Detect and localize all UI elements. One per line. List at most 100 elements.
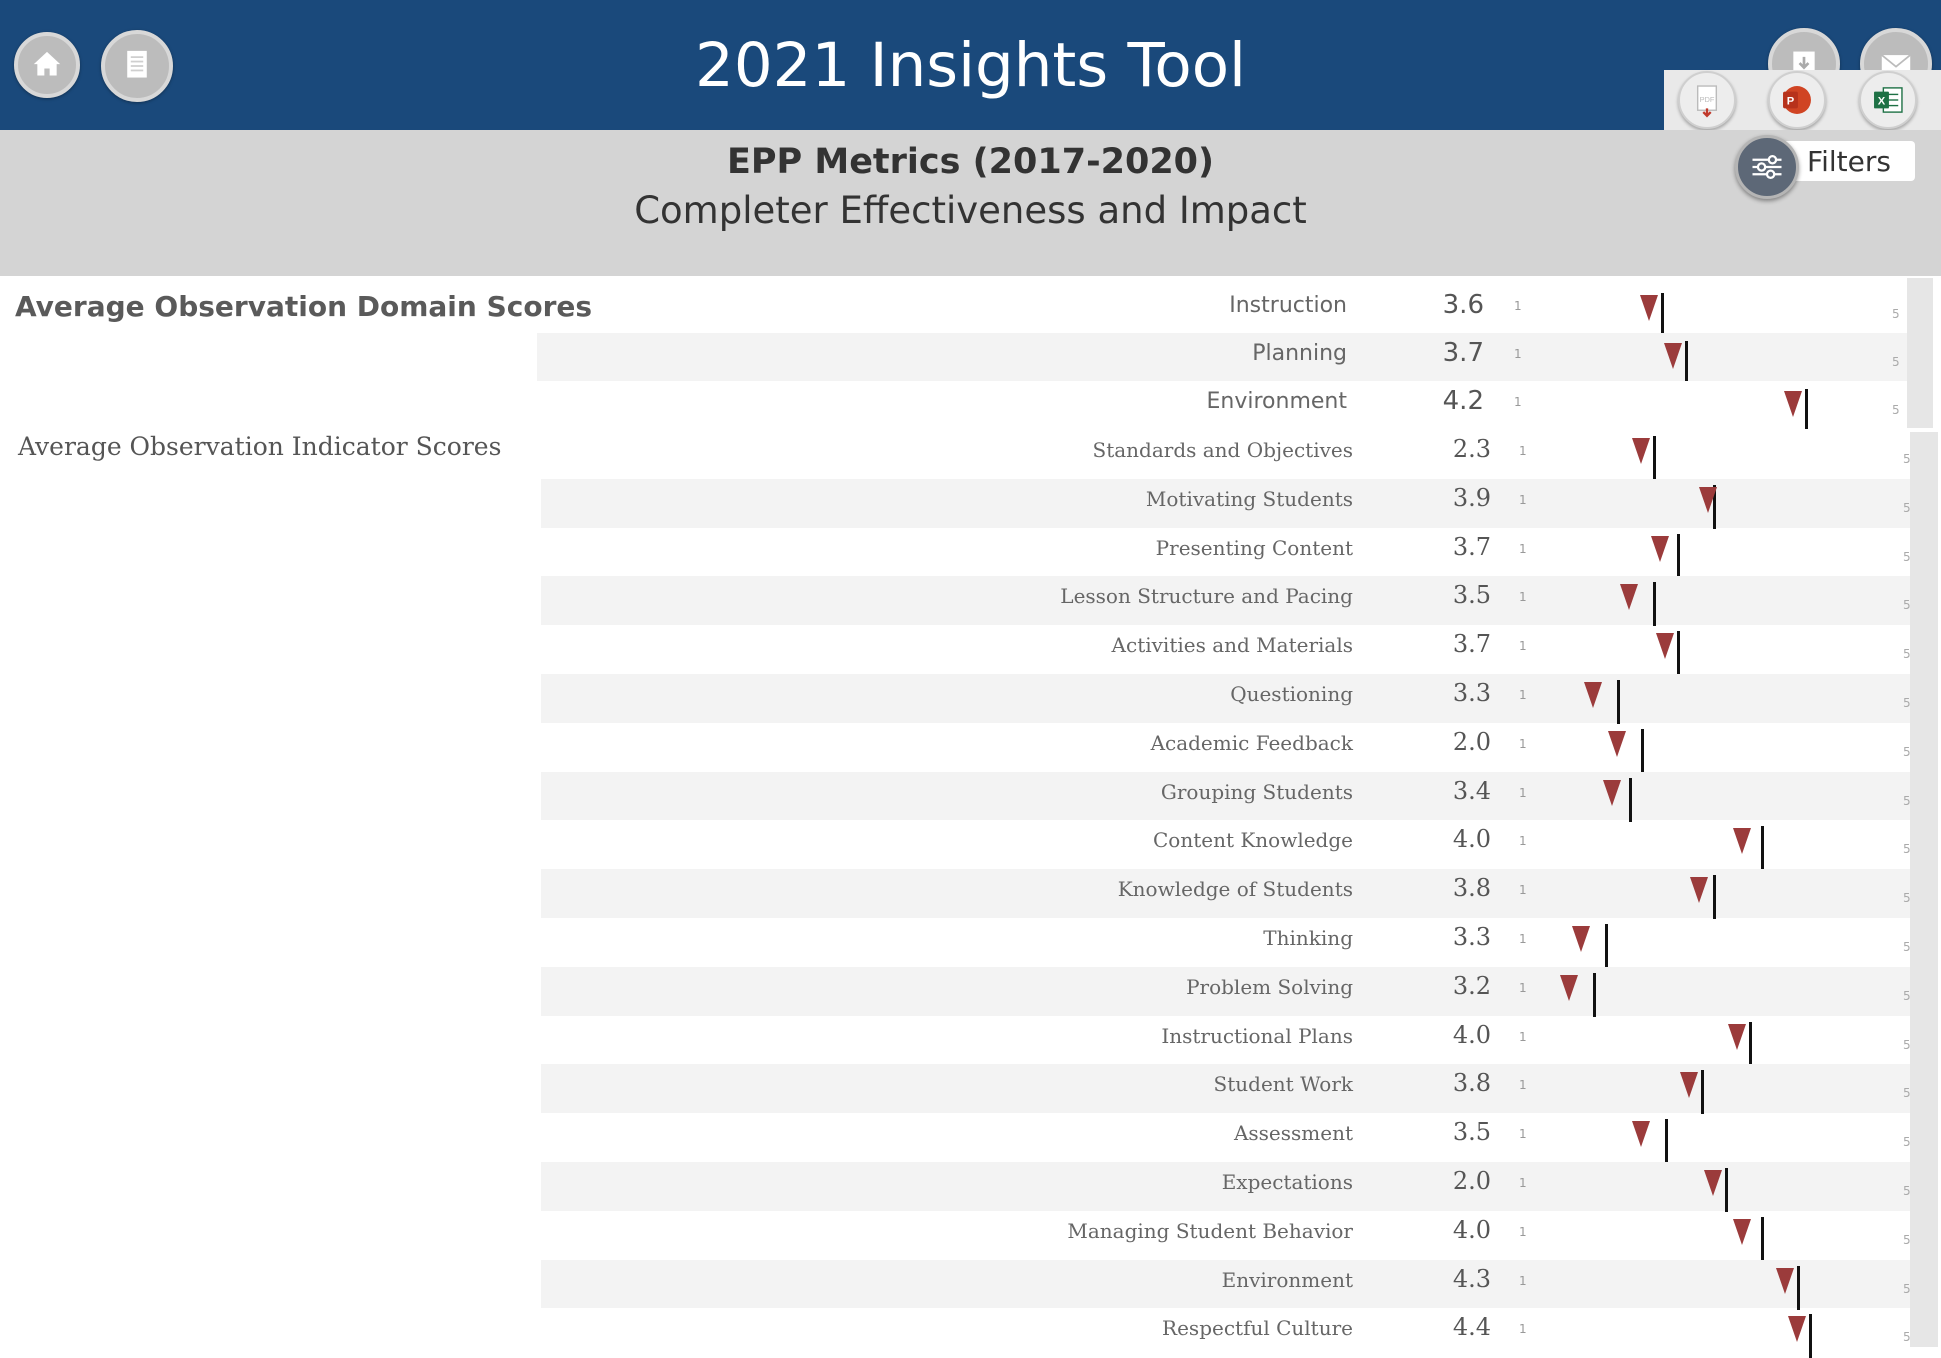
row-value: 3.8 <box>1452 874 1491 903</box>
scale-min-tick: 1 <box>1514 395 1522 409</box>
score-row: Activities and Materials 3.7 1 5 <box>541 625 1911 676</box>
score-row: Instruction 3.6 1 5 <box>537 285 1907 333</box>
scale-min-tick: 1 <box>1519 1273 1527 1288</box>
reference-line <box>1677 533 1680 578</box>
scale-min-tick: 1 <box>1519 931 1527 946</box>
reference-line <box>1605 923 1608 968</box>
score-marker <box>1732 1218 1751 1245</box>
filters-button[interactable] <box>1735 135 1799 199</box>
row-value: 4.3 <box>1452 1264 1491 1293</box>
indicator-scrollbar[interactable] <box>1910 432 1938 1347</box>
row-label: Expectations <box>1221 1169 1353 1194</box>
row-value: 3.8 <box>1452 1069 1491 1098</box>
row-label: Environment <box>1206 389 1347 414</box>
subheader: EPP Metrics (2017-2020) Completer Effect… <box>0 130 1941 276</box>
domain-section-label: Average Observation Domain Scores <box>15 290 593 323</box>
domain-scrollbar[interactable] <box>1907 278 1933 428</box>
pdf-export-button[interactable]: PDF <box>1678 71 1736 129</box>
score-marker <box>1680 1072 1698 1099</box>
row-label: Respectful Culture <box>1162 1316 1353 1341</box>
sliders-icon <box>1752 154 1782 180</box>
scale-min-tick: 1 <box>1519 785 1527 800</box>
reference-line <box>1653 436 1656 480</box>
reference-line <box>1629 777 1632 822</box>
powerpoint-label: P <box>1787 96 1795 108</box>
reference-line <box>1761 826 1764 871</box>
scale-min-tick: 1 <box>1519 1322 1527 1337</box>
powerpoint-export-button[interactable]: P <box>1768 71 1826 129</box>
score-marker <box>1689 877 1708 904</box>
indicator-section-label: Average Observation Indicator Scores <box>18 432 502 461</box>
score-row: Instructional Plans 4.0 1 5 <box>541 1016 1911 1066</box>
scale-min-tick: 1 <box>1519 492 1527 507</box>
reference-line <box>1653 582 1656 627</box>
page-title: EPP Metrics (2017-2020) <box>726 142 1215 182</box>
row-label: Lesson Structure and Pacing <box>1060 584 1353 609</box>
row-value: 4.0 <box>1452 825 1491 854</box>
row-value: 3.7 <box>1442 338 1484 368</box>
score-marker <box>1732 828 1751 855</box>
score-marker <box>1776 1267 1794 1294</box>
row-label: Grouping Students <box>1160 779 1353 804</box>
row-value: 3.2 <box>1452 971 1491 1000</box>
pdf-label: PDF <box>1700 95 1715 104</box>
row-value: 3.4 <box>1452 776 1491 805</box>
score-marker <box>1784 391 1802 417</box>
powerpoint-export-icon: P <box>1783 86 1811 114</box>
score-marker <box>1699 486 1718 513</box>
app-header: 2021 Insights Tool <box>0 0 1941 130</box>
row-label: Academic Feedback <box>1150 730 1353 755</box>
app-title: 2021 Insights Tool <box>695 30 1246 101</box>
scale-min-tick: 1 <box>1519 541 1527 556</box>
excel-label: X <box>1878 96 1886 108</box>
score-row: Assessment 3.5 1 5 <box>541 1113 1911 1164</box>
scale-max-tick: 5 <box>1892 307 1900 321</box>
score-row: Academic Feedback 2.0 1 5 <box>541 723 1911 773</box>
scale-min-tick: 1 <box>1519 687 1527 702</box>
indicator-score-list: Standards and Objectives 2.3 1 5 Motivating … <box>541 430 1911 1358</box>
reference-line <box>1805 389 1808 429</box>
reference-line <box>1761 1216 1764 1261</box>
row-value: 3.5 <box>1452 581 1491 610</box>
score-marker <box>1608 730 1626 757</box>
score-marker <box>1728 1023 1746 1050</box>
row-value: 4.2 <box>1442 386 1484 416</box>
scale-max-tick: 5 <box>1892 355 1900 369</box>
reference-line <box>1725 1167 1728 1212</box>
reference-line <box>1749 1021 1752 1066</box>
row-value: 3.3 <box>1452 678 1491 707</box>
score-row: Knowledge of Students 3.8 1 5 <box>541 869 1911 920</box>
reference-line <box>1685 341 1688 381</box>
score-row: Student Work 3.8 1 5 <box>541 1064 1911 1115</box>
row-value: 3.5 <box>1452 1118 1491 1147</box>
excel-export-icon: X <box>1874 87 1903 113</box>
scale-max-tick: 5 <box>1892 403 1900 417</box>
row-value: 2.0 <box>1452 727 1491 756</box>
scale-min-tick: 1 <box>1519 1175 1527 1190</box>
reference-line <box>1677 631 1680 676</box>
row-label: Problem Solving <box>1186 974 1353 999</box>
row-label: Activities and Materials <box>1111 633 1353 658</box>
row-label: Environment <box>1221 1267 1353 1292</box>
row-value: 3.7 <box>1452 630 1491 659</box>
row-label: Questioning <box>1230 681 1353 706</box>
excel-export-button[interactable]: X <box>1859 71 1917 129</box>
row-label: Instruction <box>1229 293 1347 318</box>
scale-min-tick: 1 <box>1519 1029 1527 1044</box>
score-row: Environment 4.3 1 5 <box>541 1259 1911 1310</box>
pdf-export-icon: PDF <box>1696 85 1718 118</box>
score-row: Respectful Culture 4.4 1 5 <box>541 1308 1911 1358</box>
score-marker <box>1704 1169 1722 1196</box>
filters-control[interactable]: Filters <box>1735 135 1915 199</box>
row-value: 2.0 <box>1452 1166 1491 1195</box>
reference-line <box>1713 875 1716 920</box>
row-value: 3.6 <box>1442 290 1484 320</box>
scale-min-tick: 1 <box>1514 347 1522 361</box>
row-label: Knowledge of Students <box>1117 877 1353 902</box>
score-marker <box>1603 779 1622 806</box>
row-value: 4.4 <box>1452 1313 1491 1342</box>
row-label: Assessment <box>1233 1121 1353 1146</box>
row-label: Thinking <box>1263 925 1353 950</box>
reference-line <box>1641 728 1644 773</box>
filters-label: Filters <box>1807 145 1891 178</box>
